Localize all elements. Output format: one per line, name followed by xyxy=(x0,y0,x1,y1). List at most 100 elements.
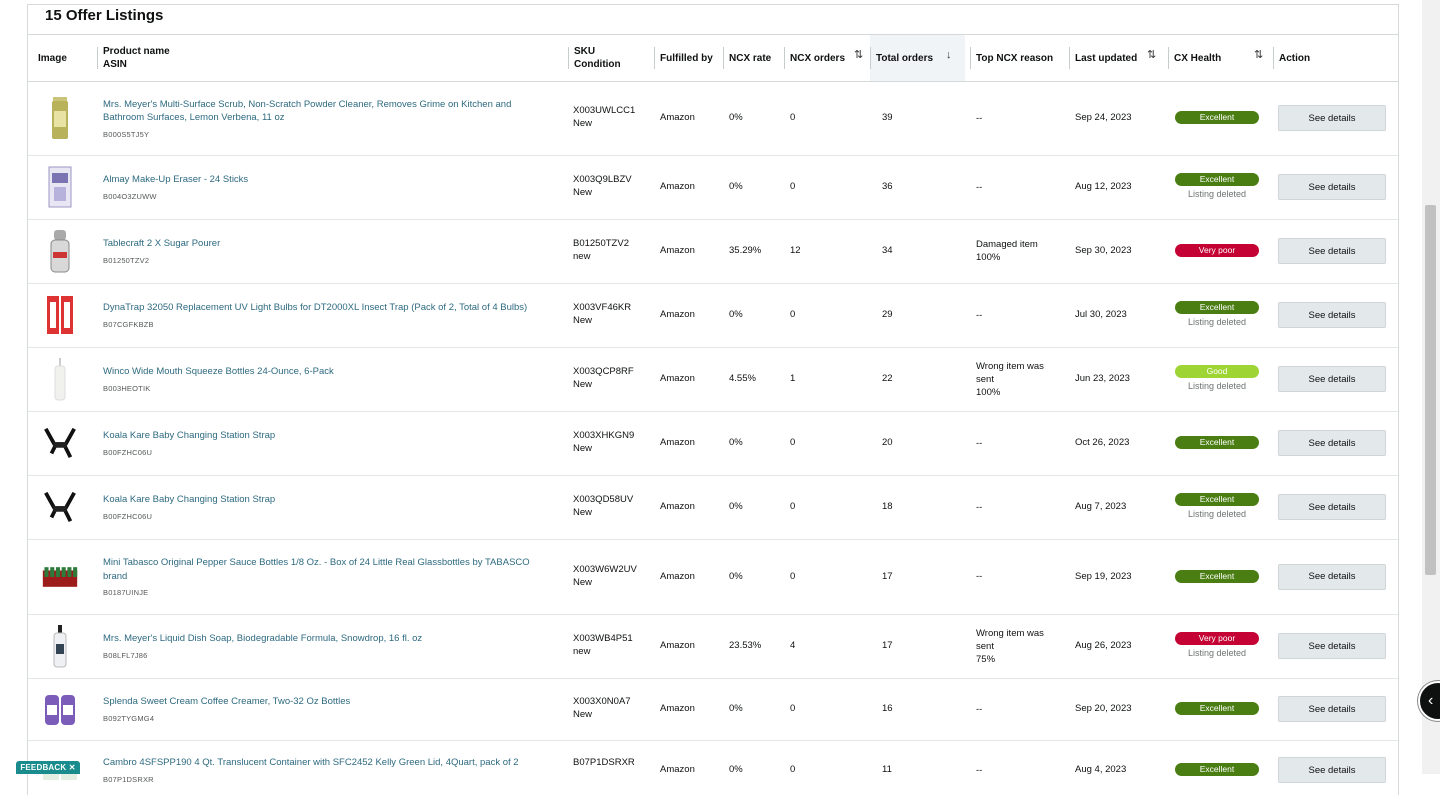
product-name-link[interactable]: Splenda Sweet Cream Coffee Creamer, Two-… xyxy=(103,695,543,725)
product-name[interactable]: Cambro 4SFSPP190 4 Qt. Translucent Conta… xyxy=(103,756,543,770)
ncx-rate: 0% xyxy=(729,309,743,320)
product-name[interactable]: Tablecraft 2 X Sugar Pourer xyxy=(103,237,543,251)
sku-cell: X003X0N0A7 New xyxy=(573,695,631,721)
top-ncx-reason: Wrong item was sent 100% xyxy=(976,360,1044,398)
see-details-button[interactable]: See details xyxy=(1278,366,1386,392)
see-details-button[interactable]: See details xyxy=(1278,696,1386,722)
condition: New xyxy=(573,709,593,720)
product-name-link[interactable]: DynaTrap 32050 Replacement UV Light Bulb… xyxy=(103,301,543,331)
col-total-orders[interactable]: Total orders ↓ xyxy=(870,35,965,81)
jar-icon[interactable] xyxy=(42,227,78,275)
product-name-link[interactable]: Koala Kare Baby Changing Station Strap B0… xyxy=(103,429,543,459)
condition: New xyxy=(573,507,593,518)
product-name[interactable]: Winco Wide Mouth Squeeze Bottles 24-Ounc… xyxy=(103,365,543,379)
see-details-button[interactable]: See details xyxy=(1278,174,1386,200)
product-name[interactable]: Koala Kare Baby Changing Station Strap xyxy=(103,493,543,507)
product-name[interactable]: Mrs. Meyer's Multi-Surface Scrub, Non-Sc… xyxy=(103,98,543,125)
asin: B092TYGMG4 xyxy=(103,713,155,723)
panel-title: 15 Offer Listings xyxy=(45,7,164,24)
asin: B004O3ZUWW xyxy=(103,191,157,201)
sort-icon[interactable]: ⇅ xyxy=(1147,49,1156,62)
cx-health: Excellent Listing deleted xyxy=(1175,493,1259,521)
box-icon[interactable] xyxy=(42,163,78,211)
product-name-link[interactable]: Mini Tabasco Original Pepper Sauce Bottl… xyxy=(103,556,543,600)
cx-health: Good Listing deleted xyxy=(1175,365,1259,393)
strap-icon[interactable] xyxy=(42,419,78,467)
table-row: Mrs. Meyer's Liquid Dish Soap, Biodegrad… xyxy=(28,614,1398,679)
sku: X003QCP8RF xyxy=(573,366,634,377)
sort-icon[interactable]: ⇅ xyxy=(854,49,863,62)
product-name-link[interactable]: Mrs. Meyer's Multi-Surface Scrub, Non-Sc… xyxy=(103,98,543,142)
product-name-link[interactable]: Cambro 4SFSPP190 4 Qt. Translucent Conta… xyxy=(103,756,543,786)
condition: New xyxy=(573,187,593,198)
product-name-link[interactable]: Winco Wide Mouth Squeeze Bottles 24-Ounc… xyxy=(103,365,543,395)
see-details-button[interactable]: See details xyxy=(1278,105,1386,131)
ncx-rate: 0% xyxy=(729,112,743,123)
see-details-button[interactable]: See details xyxy=(1278,238,1386,264)
cx-health: Excellent Listing deleted xyxy=(1175,173,1259,201)
col-ncx-orders[interactable]: NCX orders ⇅ xyxy=(784,35,870,81)
ncx-orders: 0 xyxy=(790,703,796,714)
listing-status: Listing deleted xyxy=(1187,648,1247,658)
creamer-icon[interactable] xyxy=(42,685,78,733)
product-name[interactable]: Almay Make-Up Eraser - 24 Sticks xyxy=(103,173,543,187)
col-cx-health[interactable]: CX Health ⇅ xyxy=(1168,35,1268,81)
col-fulfilled-by: Fulfilled by xyxy=(654,35,720,81)
strap-icon[interactable] xyxy=(42,483,78,531)
product-name-link[interactable]: Almay Make-Up Eraser - 24 Sticks B004O3ZU… xyxy=(103,173,543,203)
table-row: Tablecraft 2 X Sugar Pourer B01250TZV2 B01… xyxy=(28,219,1398,284)
product-name-link[interactable]: Tablecraft 2 X Sugar Pourer B01250TZV2 xyxy=(103,237,543,267)
listing-status: Listing deleted xyxy=(1187,509,1247,519)
product-name-link[interactable]: Mrs. Meyer's Liquid Dish Soap, Biodegrad… xyxy=(103,632,543,662)
sort-down-icon[interactable]: ↓ xyxy=(946,49,952,62)
asin: B07CGFKBZB xyxy=(103,319,154,329)
bulbs-icon[interactable] xyxy=(42,291,78,339)
chevron-left-icon: ‹ xyxy=(1428,692,1434,709)
top-ncx-reason: -- xyxy=(976,703,983,715)
total-orders: 16 xyxy=(882,703,893,714)
condition: New xyxy=(573,379,593,390)
cx-health: Excellent Listing deleted xyxy=(1175,301,1259,329)
sku-cell: X003XHKGN9 New xyxy=(573,429,634,455)
soap-icon[interactable] xyxy=(42,622,78,670)
product-name[interactable]: Mini Tabasco Original Pepper Sauce Bottl… xyxy=(103,556,543,583)
col-last-updated[interactable]: Last updated ⇅ xyxy=(1069,35,1163,81)
see-details-button[interactable]: See details xyxy=(1278,494,1386,520)
sku-cell: X003Q9LBZV New xyxy=(573,173,632,199)
last-updated: Sep 20, 2023 xyxy=(1075,703,1132,714)
see-details-button[interactable]: See details xyxy=(1278,633,1386,659)
see-details-button[interactable]: See details xyxy=(1278,430,1386,456)
product-name[interactable]: Mrs. Meyer's Liquid Dish Soap, Biodegrad… xyxy=(103,632,543,646)
product-name[interactable]: DynaTrap 32050 Replacement UV Light Bulb… xyxy=(103,301,543,315)
see-details-button[interactable]: See details xyxy=(1278,302,1386,328)
bottle-icon[interactable] xyxy=(42,355,78,403)
canister-icon[interactable] xyxy=(42,94,78,142)
last-updated: Sep 30, 2023 xyxy=(1075,245,1132,256)
top-ncx-reason: -- xyxy=(976,571,983,582)
cx-health: Excellent xyxy=(1175,111,1259,124)
ncx-orders: 1 xyxy=(790,373,796,384)
cx-health: Excellent xyxy=(1175,436,1259,449)
scrollbar-thumb[interactable] xyxy=(1425,205,1436,575)
listing-status: Listing deleted xyxy=(1187,189,1247,199)
asin: B003HEOTIK xyxy=(103,383,151,393)
sort-icon[interactable]: ⇅ xyxy=(1254,49,1263,62)
col-sku: SKU Condition xyxy=(568,35,650,81)
fulfilled-by: Amazon xyxy=(660,181,695,192)
product-name[interactable]: Koala Kare Baby Changing Station Strap xyxy=(103,429,543,443)
see-details-button[interactable]: See details xyxy=(1278,563,1386,590)
total-orders: 39 xyxy=(882,112,893,123)
asin: B0187UINJE xyxy=(103,588,149,597)
condition: New xyxy=(573,315,593,326)
status-badge: Excellent xyxy=(1175,702,1259,715)
feedback-button[interactable]: FEEDBACK ✕ xyxy=(16,761,80,774)
product-name-link[interactable]: Koala Kare Baby Changing Station Strap B0… xyxy=(103,493,543,523)
see-details-button[interactable]: See details xyxy=(1278,757,1386,783)
fulfilled-by: Amazon xyxy=(660,309,695,320)
sku: X003Q9LBZV xyxy=(573,174,632,185)
product-name[interactable]: Splenda Sweet Cream Coffee Creamer, Two-… xyxy=(103,695,543,709)
asin: B00FZHC06U xyxy=(103,447,153,457)
asin: B07P1DSRXR xyxy=(103,774,154,784)
tabasco-icon[interactable] xyxy=(42,553,78,601)
total-orders: 36 xyxy=(882,181,893,192)
